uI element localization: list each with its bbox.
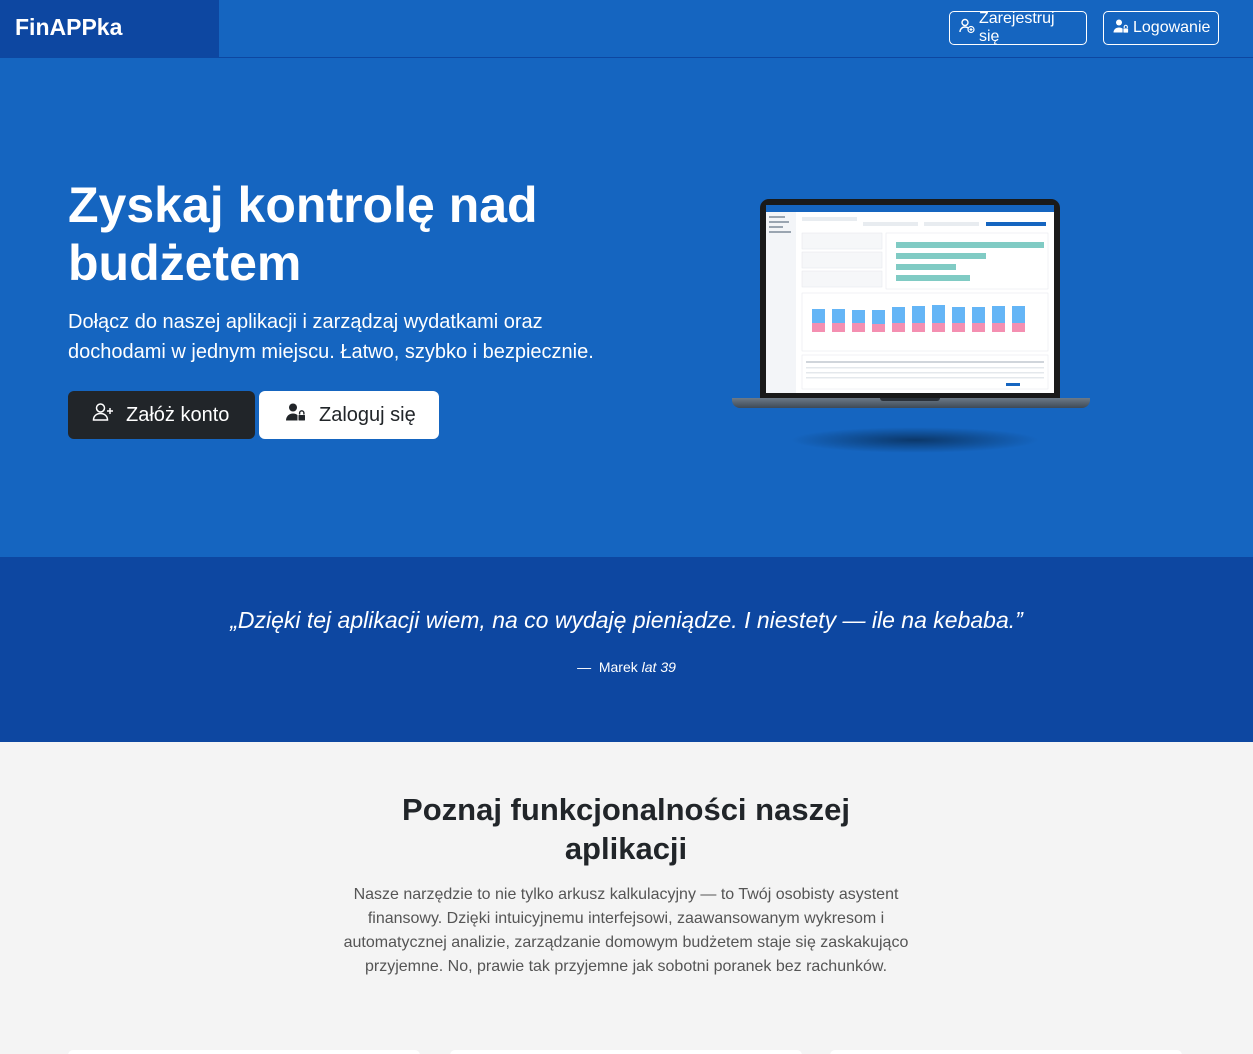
create-account-label: Załóż konto	[126, 403, 230, 426]
author-dash: —	[577, 659, 592, 675]
navbar: FinAPPka Zarejestruj się Logowanie	[0, 0, 1253, 58]
author-age: lat 39	[641, 659, 676, 675]
testimonial-section: „Dzięki tej aplikacji wiem, na co wydaję…	[0, 557, 1253, 742]
hero-subtitle: Dołącz do naszej aplikacji i zarządzaj w…	[68, 311, 594, 363]
laptop-mockup-image	[730, 199, 1092, 459]
create-account-button[interactable]: Załóż konto	[68, 391, 255, 439]
testimonial-author: — Marek lat 39	[0, 659, 1253, 675]
features-description: Nasze narzędzie to nie tylko arkusz kalk…	[343, 886, 909, 975]
register-label: Zarejestruj się	[979, 10, 1055, 45]
brand-logo[interactable]: FinAPPka	[0, 0, 219, 57]
user-lock-icon	[285, 401, 307, 429]
features-title: Poznaj funkcjonalności naszej aplikacji	[402, 792, 850, 866]
register-button[interactable]: Zarejestruj się	[949, 10, 1087, 45]
feature-card	[450, 1050, 802, 1054]
login-cta-label: Zaloguj się	[319, 403, 416, 426]
feature-card	[68, 1050, 420, 1054]
features-section: Poznaj funkcjonalności naszej aplikacji …	[0, 742, 1253, 1054]
feature-card	[830, 1050, 1182, 1054]
testimonial-quote: „Dzięki tej aplikacji wiem, na co wydaję…	[230, 607, 1023, 633]
user-plus-icon	[959, 18, 975, 39]
app-preview-screen	[766, 205, 1054, 393]
hero-title: Zyskaj kontrolę nad budżetem	[68, 177, 538, 291]
user-lock-icon	[1113, 18, 1129, 39]
login-cta-button[interactable]: Zaloguj się	[259, 391, 439, 439]
login-label: Logowanie	[1133, 19, 1211, 36]
hero-section: Zyskaj kontrolę nad budżetem Dołącz do n…	[0, 58, 1253, 557]
author-name: Marek	[598, 659, 638, 675]
login-button[interactable]: Logowanie	[1103, 11, 1219, 45]
user-plus-icon	[92, 401, 114, 429]
